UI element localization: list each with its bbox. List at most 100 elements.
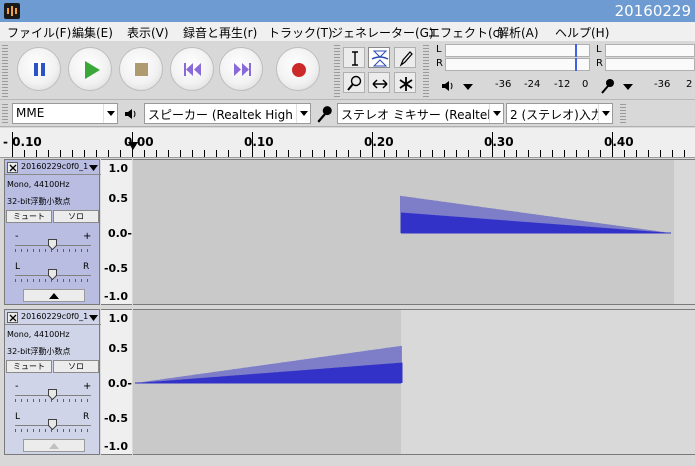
skip-to-start-button[interactable] [170,47,214,91]
menu-help[interactable]: ヘルプ(H) [555,24,609,41]
meter-scale-label: -12 [554,79,571,90]
track-sample-format: 32-bit浮動小数点 [7,197,71,206]
menu-view[interactable]: 表示(V) [127,24,169,41]
time-shift-tool-button[interactable] [368,72,390,93]
play-head-marker[interactable] [128,142,138,152]
record-meter-right[interactable] [605,58,695,71]
track-name-bar[interactable]: 20160229c0f0_1 [5,310,101,325]
double-arrow-icon [372,79,388,89]
speaker-icon [125,109,136,119]
device-toolbar: MME スピーカー (Realtek High Defi ステレオ ミキサー (… [0,101,695,127]
chevron-down-icon[interactable] [463,84,473,90]
menu-analyze[interactable]: 解析(A) [497,24,539,41]
meter-scale-label: -36 [495,79,512,90]
record-button[interactable] [276,47,320,91]
audio-host-select[interactable]: MME [12,103,118,124]
microphone-icon[interactable] [600,78,616,94]
record-meter-left-label: L [596,44,602,55]
pan-slider-thumb[interactable] [48,419,57,430]
play-button[interactable] [68,47,112,91]
input-channels-select[interactable]: 2 (ステレオ)入力チ [506,103,613,124]
record-icon [292,63,306,77]
gain-plus-label: + [83,381,92,392]
stop-icon [135,63,148,76]
pan-slider-thumb[interactable] [48,269,57,280]
play-meter-right[interactable] [445,58,590,71]
pan-right-label: R [83,412,90,422]
pan-left-label: L [15,262,21,272]
mute-button[interactable]: ミュート [6,210,52,223]
waveform [133,160,674,304]
menu-effect[interactable]: エフェクト(c) [428,24,504,41]
play-meter-left[interactable] [445,44,590,57]
vertical-amplitude-ruler[interactable]: 1.0 0.5 0.0- -0.5 -1.0 [101,159,132,305]
track-name: 20160229c0f0_1 [21,162,89,171]
envelope-icon [371,50,389,67]
track-menu-chevron-icon[interactable] [89,315,98,321]
skip-to-end-button[interactable] [219,47,263,91]
mute-button[interactable]: ミュート [6,360,52,373]
track-collapse-button[interactable] [23,289,85,302]
waveform [133,310,403,454]
audacity-icon[interactable] [4,3,20,19]
gain-plus-label: + [83,231,92,242]
amplitude-label: 0.5 [108,192,129,205]
amplitude-label: 0.0- [107,377,132,390]
track-menu-chevron-icon[interactable] [89,165,98,171]
chevron-down-icon[interactable] [623,84,633,90]
timeline-ruler[interactable]: - 0.10 0.00 0.10 0.20 0.30 0.40 [0,128,695,158]
output-device-select[interactable]: スピーカー (Realtek High Defi [144,103,311,124]
stop-button[interactable] [119,47,163,91]
pan-right-label: R [83,262,90,272]
gain-slider-thumb[interactable] [48,389,57,400]
chevron-down-icon [107,111,115,116]
record-meter-left[interactable] [605,44,695,57]
gain-slider-thumb[interactable] [48,239,57,250]
track-sample-format: 32-bit浮動小数点 [7,347,71,356]
toolbar-grip[interactable] [2,45,8,97]
waveform-area[interactable] [133,309,695,455]
ruler-label: 0.30 [484,135,514,149]
menu-transport[interactable]: 録音と再生(r) [183,24,257,41]
menu-tracks[interactable]: トラック(T) [268,24,333,41]
draw-tool-button[interactable] [394,47,416,68]
amplitude-label: -0.5 [103,262,128,275]
solo-button[interactable]: ソロ [53,360,99,373]
meter-scale-label: 0 [582,79,589,90]
chevron-down-icon [602,111,610,116]
envelope-tool-button[interactable] [368,47,390,68]
i-beam-icon [352,51,358,66]
solo-button[interactable]: ソロ [53,210,99,223]
multi-tool-button[interactable] [394,72,416,93]
menu-generate[interactable]: ジェネレーター(G) [331,24,434,41]
track-name-bar[interactable]: 20160229c0f0_1 [5,160,101,175]
track-close-button[interactable] [7,312,18,323]
waveform-area[interactable] [133,159,695,305]
pan-left-label: L [15,412,21,422]
toolbar-grip[interactable] [620,104,626,124]
pencil-icon [399,51,413,67]
asterisk-icon [399,77,413,91]
menu-edit[interactable]: 編集(E) [72,24,113,41]
track-close-button[interactable] [7,162,18,173]
zoom-tool-button[interactable] [343,72,365,93]
track-control-panel[interactable]: 20160229c0f0_1 Mono, 44100Hz 32-bit浮動小数点… [4,309,101,455]
input-device-select[interactable]: ステレオ ミキサー (Realtek High [337,103,504,124]
track-collapse-button[interactable] [23,439,85,452]
menu-file[interactable]: ファイル(F) [7,24,71,41]
ruler-label: 0.20 [364,135,394,149]
vertical-amplitude-ruler[interactable]: 1.0 0.5 0.0- -0.5 -1.0 [101,309,132,455]
pause-button[interactable] [17,47,61,91]
selection-tool-button[interactable] [343,47,365,68]
meter-scale-label: -36 [654,79,671,90]
toolbar-grip[interactable] [423,45,429,97]
speaker-icon[interactable] [441,79,457,93]
toolbar-grip[interactable] [2,104,8,124]
audio-track[interactable]: 20160229c0f0_1 Mono, 44100Hz 32-bit浮動小数点… [4,309,695,455]
play-icon [85,61,100,79]
gain-minus-label: - [15,381,19,392]
track-name: 20160229c0f0_1 [21,312,89,321]
track-control-panel[interactable]: 20160229c0f0_1 Mono, 44100Hz 32-bit浮動小数点… [4,159,101,305]
audio-track[interactable]: 20160229c0f0_1 Mono, 44100Hz 32-bit浮動小数点… [4,159,695,305]
toolbar-grip[interactable] [334,45,340,97]
